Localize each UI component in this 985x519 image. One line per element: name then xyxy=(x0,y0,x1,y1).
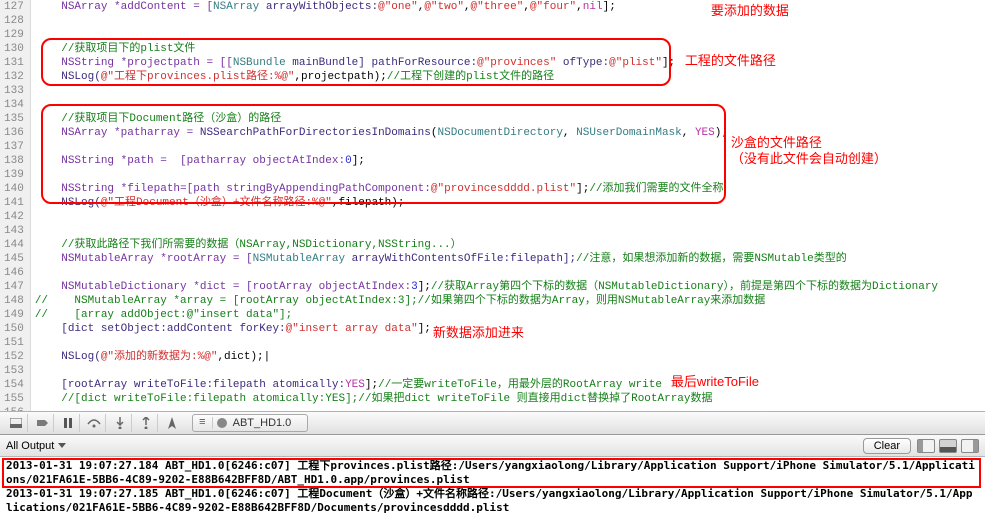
scheme-selector[interactable]: ≡ ABT_HD1.0 xyxy=(192,414,308,432)
step-out-button[interactable] xyxy=(134,414,158,432)
line-number: 146 xyxy=(4,266,24,280)
line-number: 137 xyxy=(4,140,24,154)
process-icon xyxy=(217,418,227,428)
line-number: 136 xyxy=(4,126,24,140)
line-number: 150 xyxy=(4,322,24,336)
output-filter-dropdown[interactable]: All Output xyxy=(6,440,66,452)
line-number: 144 xyxy=(4,238,24,252)
console-line: 2013-01-31 19:07:27.184 ABT_HD1.0[6246:c… xyxy=(6,459,979,487)
line-number: 128 xyxy=(4,14,24,28)
line-number: 135 xyxy=(4,112,24,126)
console-output[interactable]: 2013-01-31 19:07:27.184 ABT_HD1.0[6246:c… xyxy=(0,457,985,519)
annotation-writetofile: 最后writeToFile xyxy=(671,371,759,390)
code-editor[interactable]: 1271281291301311321331341351361371381391… xyxy=(0,0,985,411)
line-number: 141 xyxy=(4,196,24,210)
right-panel-toggle[interactable] xyxy=(961,439,979,453)
hide-debug-area-button[interactable] xyxy=(4,414,28,432)
line-number: 129 xyxy=(4,28,24,42)
debug-toolbar: ≡ ABT_HD1.0 xyxy=(0,411,985,435)
line-number: 134 xyxy=(4,98,24,112)
line-number: 151 xyxy=(4,336,24,350)
output-filter-label: All Output xyxy=(6,440,54,452)
line-number: 130 xyxy=(4,42,24,56)
line-number: 132 xyxy=(4,70,24,84)
line-number: 133 xyxy=(4,84,24,98)
line-number: 131 xyxy=(4,56,24,70)
line-number: 148 xyxy=(4,294,24,308)
line-number: 139 xyxy=(4,168,24,182)
line-numbers: 1271281291301311321331341351361371381391… xyxy=(0,0,31,411)
line-number: 155 xyxy=(4,392,24,406)
line-number: 127 xyxy=(4,0,24,14)
line-number: 147 xyxy=(4,280,24,294)
line-number: 142 xyxy=(4,210,24,224)
line-number: 138 xyxy=(4,154,24,168)
code-area[interactable]: 要添加的数据 工程的文件路径 沙盒的文件路径 （没有此文件会自动创建） 新数据添… xyxy=(31,0,985,411)
variables-view-toggle[interactable] xyxy=(917,439,935,453)
line-number: 149 xyxy=(4,308,24,322)
line-number: 152 xyxy=(4,350,24,364)
pause-button[interactable] xyxy=(56,414,80,432)
step-over-button[interactable] xyxy=(82,414,106,432)
annotation-add-data: 要添加的数据 xyxy=(711,0,789,19)
chevron-down-icon xyxy=(58,443,66,448)
annotation-new-data: 新数据添加进来 xyxy=(433,322,524,341)
annotation-project-path: 工程的文件路径 xyxy=(685,50,776,69)
console-view-toggle[interactable] xyxy=(939,439,957,453)
line-number: 153 xyxy=(4,364,24,378)
line-number: 154 xyxy=(4,378,24,392)
line-number: 140 xyxy=(4,182,24,196)
breakpoints-button[interactable] xyxy=(30,414,54,432)
step-into-button[interactable] xyxy=(108,414,132,432)
annotation-sandbox-path2: （没有此文件会自动创建） xyxy=(731,148,887,167)
console-line: 2013-01-31 19:07:27.185 ABT_HD1.0[6246:c… xyxy=(6,487,979,515)
clear-console-button[interactable]: Clear xyxy=(863,438,911,454)
console-filter-bar: All Output Clear xyxy=(0,435,985,457)
thread-indicator-icon: ≡ xyxy=(193,417,213,429)
line-number: 143 xyxy=(4,224,24,238)
location-button[interactable] xyxy=(160,414,184,432)
line-number: 145 xyxy=(4,252,24,266)
scheme-name-label: ABT_HD1.0 xyxy=(231,417,308,429)
